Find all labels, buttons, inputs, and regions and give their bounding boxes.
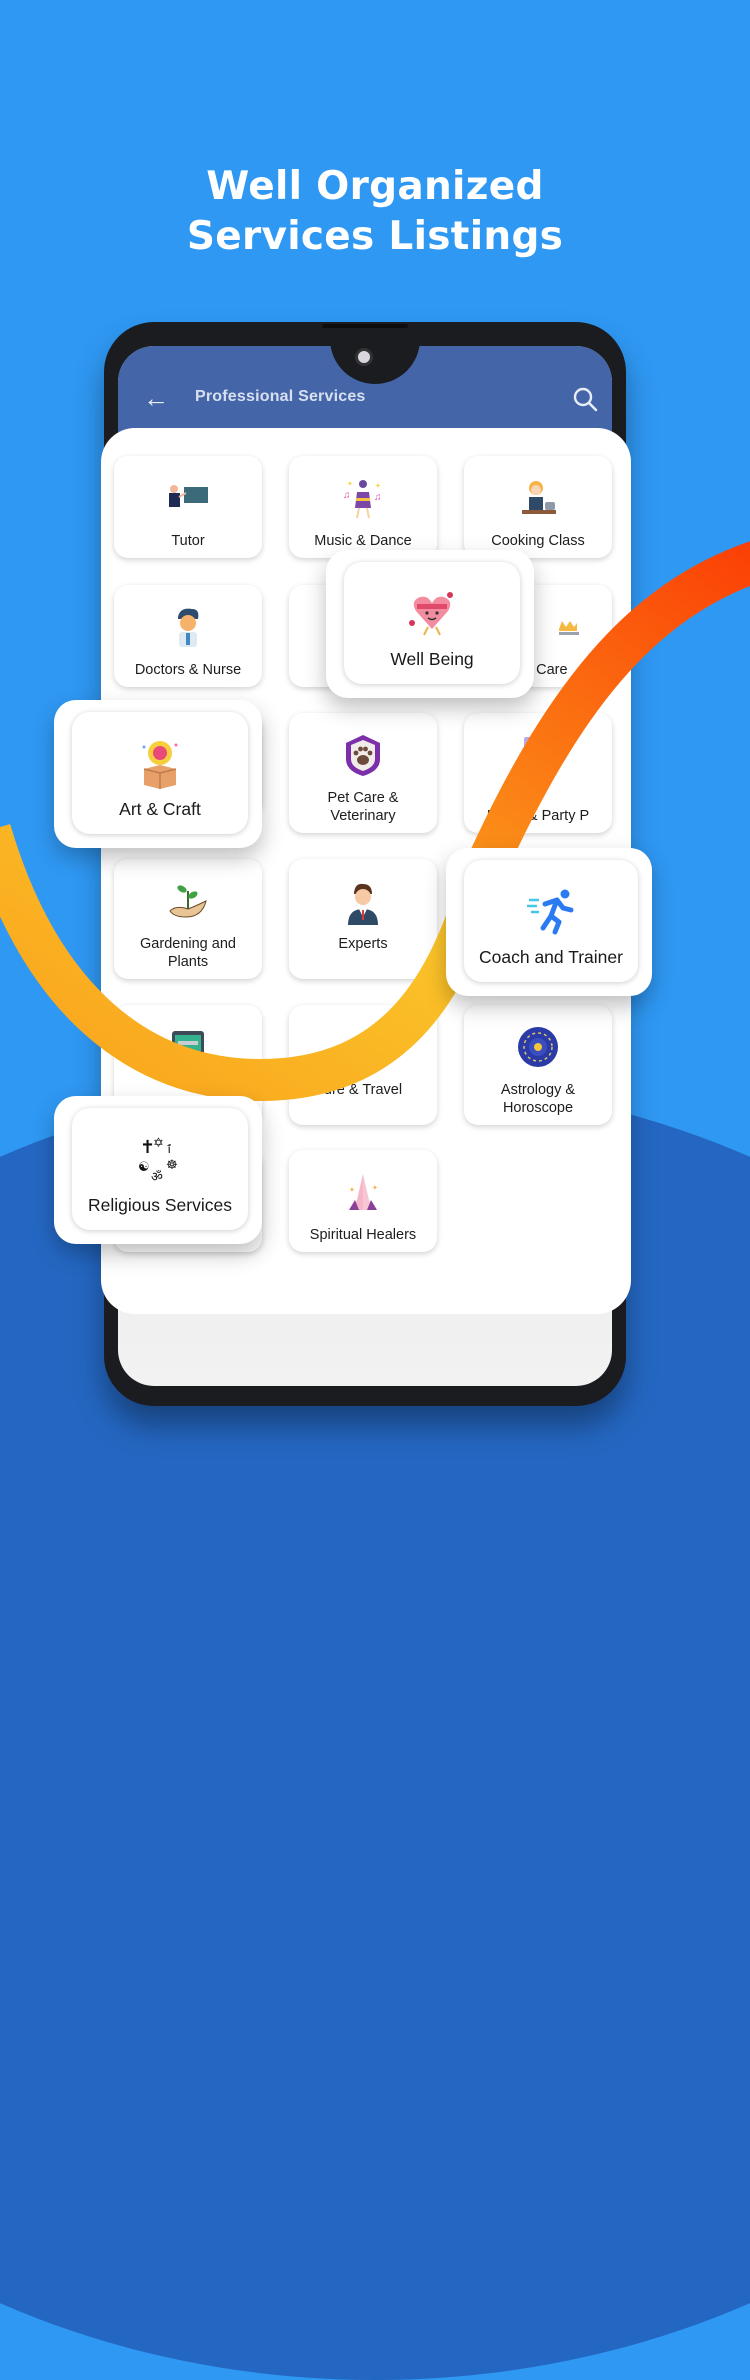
tile-gardening[interactable]: Gardening and Plants	[114, 859, 262, 979]
svg-text:✦: ✦	[349, 1186, 355, 1194]
featured-tile-coach-trainer[interactable]: Coach and Trainer	[446, 848, 652, 996]
tile-label: Event & Party P	[486, 808, 590, 824]
zodiac-wheel-icon	[464, 1025, 612, 1069]
svg-text:✦: ✦	[375, 482, 381, 490]
headline-line-1: Well Organized	[206, 164, 544, 209]
svg-text:♫: ♫	[374, 492, 382, 503]
party-checklist-icon	[464, 733, 612, 777]
featured-tile-religious-services[interactable]: ✝ ✡ ٱ ☯ ☸ ॐ Religious Services	[54, 1096, 262, 1244]
tile-label: Coach and Trainer	[479, 947, 623, 967]
headline: Well Organized Services Listings	[0, 162, 750, 262]
idea-box-icon	[72, 734, 248, 794]
tile-experts[interactable]: Experts	[289, 859, 437, 979]
tile-spiritual-healers[interactable]: ✦ ✦ Spiritual Healers	[289, 1150, 437, 1252]
religious-symbols-icon: ✝ ✡ ٱ ☯ ☸ ॐ	[72, 1130, 248, 1190]
heart-running-icon	[344, 584, 520, 644]
paw-shield-icon	[289, 733, 437, 777]
tile-music-dance[interactable]: ♫ ♫ ✦ ✦ Music & Dance	[289, 456, 437, 558]
tile-doctors-nurse[interactable]: Doctors & Nurse	[114, 585, 262, 687]
featured-tile-art-craft[interactable]: Art & Craft	[54, 700, 262, 848]
chef-icon	[464, 476, 612, 520]
praying-hands-icon: ✦ ✦	[289, 1170, 437, 1214]
search-icon[interactable]	[572, 386, 598, 412]
tile-astrology[interactable]: Astrology & Horoscope	[464, 1005, 612, 1125]
computer-repair-icon	[114, 1027, 262, 1071]
tile-label: Art & Craft	[119, 799, 201, 819]
tile-label: Well Being	[390, 649, 474, 669]
tile-cooking-class[interactable]: Cooking Class	[464, 456, 612, 558]
camera-icon	[355, 348, 373, 366]
tile-label: Cooking Class	[491, 533, 585, 549]
tile-label: Gardening and Plants	[140, 936, 236, 970]
featured-tile-well-being[interactable]: Well Being	[326, 550, 534, 698]
tile-label: Experts	[338, 936, 388, 952]
svg-text:ॐ: ॐ	[151, 1170, 163, 1185]
tile-label: Tutor	[171, 533, 205, 549]
tile-label: Spiritual Healers	[309, 1227, 417, 1243]
tile-label: d Care	[524, 662, 568, 678]
svg-text:☸: ☸	[166, 1158, 178, 1173]
businessman-icon	[289, 881, 437, 925]
doctor-icon	[114, 605, 262, 649]
teacher-icon	[114, 476, 262, 520]
tile-label: Pet Care & Veterinary	[327, 790, 399, 824]
svg-text:♫: ♫	[343, 490, 351, 501]
svg-text:✦: ✦	[347, 480, 353, 488]
tile-label: Music & Dance	[314, 533, 412, 549]
child-care-icon	[524, 605, 612, 649]
tile-pet-care[interactable]: Pet Care & Veterinary	[289, 713, 437, 833]
svg-text:☯: ☯	[138, 1160, 150, 1175]
tile-event-party[interactable]: Event & Party P	[464, 713, 612, 833]
svg-text:✦: ✦	[372, 1184, 378, 1192]
tile-label: Astrology & Horoscope	[500, 1082, 576, 1116]
tile-adventure-travel[interactable]: ure & Travel	[289, 1005, 437, 1125]
tile-label: Doctors & Nurse	[134, 662, 242, 678]
headline-line-2: Services Listings	[186, 214, 564, 259]
app-bar-title: Professional Services	[195, 388, 366, 405]
arrow-left-icon[interactable]: ←	[143, 383, 169, 413]
tile-label: ure & Travel	[323, 1082, 403, 1098]
tile-tutor[interactable]: Tutor	[114, 456, 262, 558]
tile-label: Religious Services	[88, 1195, 232, 1215]
plant-hand-icon	[114, 879, 262, 923]
runner-icon	[464, 882, 638, 942]
svg-text:ٱ: ٱ	[166, 1143, 172, 1156]
svg-text:✡: ✡	[153, 1136, 164, 1151]
dancer-icon: ♫ ♫ ✦ ✦	[289, 476, 437, 520]
